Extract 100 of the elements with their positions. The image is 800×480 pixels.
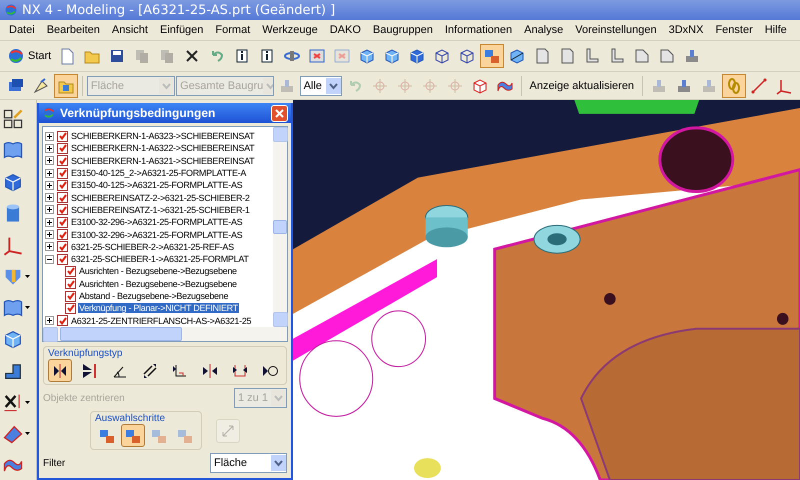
checkbox[interactable] (57, 130, 68, 142)
checkbox[interactable] (57, 204, 68, 216)
tree-item[interactable]: E3150-40-125->A6321-25-FORMPLATTE-AS (70, 180, 244, 190)
tree-item[interactable]: E3100-32-296->A6321-25-FORMPLATTE-AS (70, 217, 244, 228)
snap-icon (420, 76, 439, 94)
plus-icon (47, 158, 52, 164)
menu-item[interactable]: Ansicht (106, 23, 153, 37)
checkbox[interactable] (57, 229, 68, 240)
minus-icon (47, 256, 52, 262)
horizontal-scrollbar[interactable] (43, 327, 287, 341)
checkbox[interactable] (57, 168, 68, 179)
checkbox[interactable] (57, 315, 68, 326)
tree-item[interactable]: SCHIEBEREINSATZ-2->6321-25-SCHIEBER-2 (70, 192, 251, 203)
line-icon (750, 76, 768, 94)
plus-icon (47, 170, 52, 176)
expand-toggle[interactable] (45, 230, 54, 240)
checkbox[interactable] (57, 241, 68, 252)
align-icon (81, 362, 99, 380)
menu-item[interactable]: Datei (4, 23, 40, 37)
expand-toggle[interactable] (45, 242, 54, 252)
plus-icon (47, 244, 52, 250)
tree-item[interactable]: SCHIEBERKERN-1-A6322->SCHIEBEREINSAT (70, 143, 256, 154)
plus-icon (47, 195, 52, 200)
expand-toggle[interactable] (45, 132, 54, 141)
expand-toggle[interactable] (45, 156, 54, 166)
expand-toggle[interactable] (45, 193, 54, 202)
parallel-icon (141, 362, 159, 380)
checkbox[interactable] (57, 142, 68, 154)
constraint-type-button[interactable] (48, 359, 72, 382)
checkbox[interactable] (65, 266, 76, 277)
cube-icon (383, 47, 402, 65)
field-label: Filter (43, 458, 66, 468)
caret-icon (25, 274, 30, 278)
checkbox[interactable] (57, 216, 68, 228)
cube-icon (2, 328, 24, 350)
filter-dropdown[interactable]: Fläche (210, 453, 287, 473)
tree-item[interactable]: SCHIEBERKERN-1-A6323->SCHIEBEREINSAT (70, 131, 256, 142)
plus-icon (47, 232, 52, 238)
plus-icon (47, 220, 52, 225)
brush-icon (32, 76, 50, 94)
close-icon (275, 108, 284, 118)
selection-step-button[interactable] (121, 424, 145, 447)
plus-icon (47, 134, 52, 139)
window-icon (308, 47, 326, 65)
caret-icon (25, 400, 30, 404)
menu-item[interactable]: Hilfe (760, 23, 792, 37)
menu-item[interactable]: Voreinstellungen (570, 23, 662, 37)
menu-item[interactable]: Analyse (519, 23, 568, 37)
expand-toggle[interactable] (45, 180, 54, 190)
checkbox[interactable] (57, 192, 68, 204)
menu-item[interactable]: Format (210, 23, 256, 37)
tree-item[interactable]: Ausrichten - Bezugsebene->Bezugsebene (78, 278, 238, 289)
vertical-scrollbar[interactable] (273, 127, 287, 327)
menu-item[interactable]: Bearbeiten (42, 23, 105, 37)
tree-item[interactable]: 6321-25-SCHIEBER-2->A6321-25-REF-AS (70, 242, 235, 252)
chamfer-icon (658, 47, 676, 65)
menu-item[interactable]: Baugruppen (368, 23, 438, 37)
refresh-display-button[interactable]: Anzeige aktualisieren (525, 74, 638, 96)
plus-icon (47, 182, 52, 188)
caret-icon (25, 306, 30, 310)
expand-toggle[interactable] (45, 205, 54, 214)
close-button[interactable] (271, 104, 288, 122)
expand-toggle[interactable] (45, 218, 54, 227)
tree-item[interactable]: E3150-40-125_2->A6321-25-FORMPLATTE-A (70, 168, 248, 178)
checkbox[interactable] (57, 254, 68, 265)
cube-outline-icon (470, 76, 489, 94)
menu-item[interactable]: Einfügen (154, 23, 208, 37)
checkbox[interactable] (57, 180, 68, 191)
checkbox[interactable] (65, 278, 76, 290)
double-arrow-icon (221, 424, 235, 438)
tree-item[interactable]: 6321-25-SCHIEBER-1->A6321-25-FORMPLAT (70, 254, 250, 264)
selection-dropdown[interactable]: Alle (300, 76, 342, 96)
menu-item[interactable]: DAKO (324, 23, 366, 37)
cube-pair-icon (483, 47, 502, 65)
tree-item[interactable]: A6321-25-ZENTRIERFLANSCH-AS->A6321-25 (70, 316, 252, 326)
expand-toggle[interactable] (45, 144, 54, 153)
tree-item[interactable]: Abstand - Bezugsebene->Bezugsebene (78, 291, 230, 301)
menu-item[interactable]: Werkzeuge (257, 23, 323, 37)
tree-item[interactable]: Ausrichten - Bezugsebene->Bezugsebene (78, 266, 238, 276)
expand-toggle[interactable] (45, 254, 54, 264)
tree-item[interactable]: SCHIEBERKERN-1-A6321->SCHIEBEREINSAT (70, 156, 256, 166)
tree-item[interactable]: E3100-32-296->A6321-25-FORMPLATTE-AS (70, 230, 244, 240)
group-title: Auswahlschritte (95, 413, 166, 424)
dialog-logo-icon (42, 106, 56, 120)
tool-button[interactable]: Start (4, 44, 54, 68)
tree-item[interactable]: SCHIEBEREINSATZ-1->6321-25-SCHIEBER-1 (70, 204, 251, 215)
expand-toggle[interactable] (45, 168, 54, 178)
center-icon (201, 362, 219, 380)
expand-toggle[interactable] (45, 316, 54, 326)
field-label: Objekte zentrieren (43, 392, 125, 404)
tree-item[interactable]: Verknüpfung - Planar->NICHT DEFINIERT (78, 303, 239, 314)
checkbox[interactable] (57, 155, 68, 166)
menu-item[interactable]: Informationen (440, 23, 518, 37)
menu-item[interactable]: Fenster (710, 23, 758, 37)
group-title: Verknüpfungstyp (48, 348, 124, 359)
cube-shaded-icon (408, 47, 426, 65)
checkbox[interactable] (65, 290, 76, 302)
cube-icon (358, 47, 376, 65)
checkbox[interactable] (65, 302, 76, 314)
menu-item[interactable]: 3DxNX (664, 23, 708, 37)
